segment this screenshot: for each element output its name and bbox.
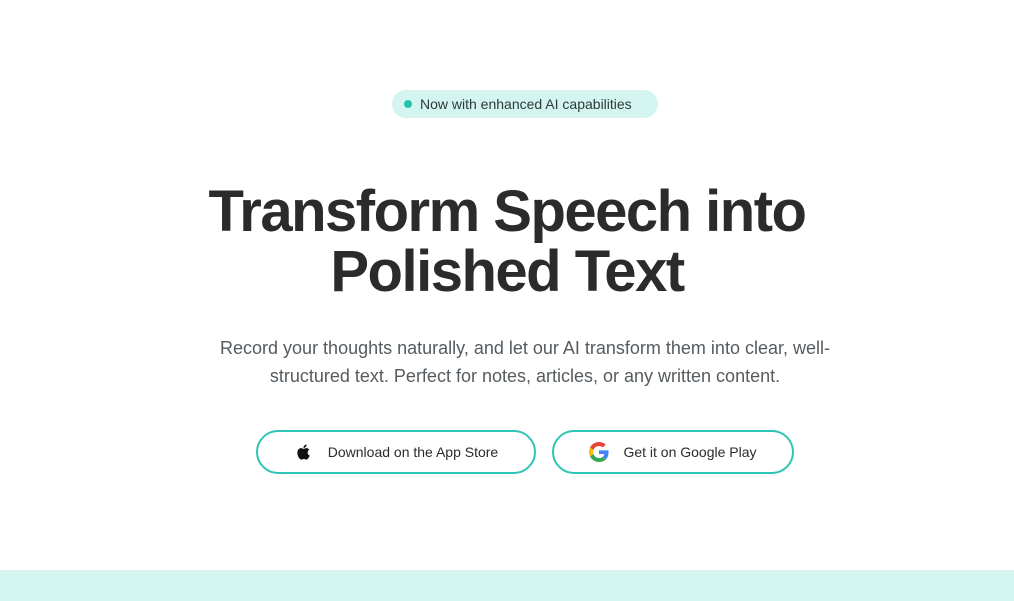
hero-title-line-1: Transform Speech into xyxy=(208,179,807,244)
bottom-section-band xyxy=(0,570,1014,601)
hero-subtitle: Record your thoughts naturally, and let … xyxy=(220,338,830,386)
hero-title-line-2: Polished Text xyxy=(330,239,685,304)
app-store-button-label: Download on the App Store xyxy=(327,444,499,460)
google-play-button[interactable]: Get it on Google Play xyxy=(552,430,794,474)
landing-page: Now with enhanced AI capabilities Transf… xyxy=(0,0,1014,601)
app-store-button[interactable]: Download on the App Store xyxy=(256,430,536,474)
apple-icon xyxy=(294,442,314,462)
announcement-badge-text: Now with enhanced AI capabilities xyxy=(420,96,632,112)
hero-title: Transform Speech into Polished Text xyxy=(157,182,857,302)
status-dot-icon xyxy=(404,100,412,108)
google-play-button-label: Get it on Google Play xyxy=(623,444,757,460)
google-icon xyxy=(589,442,610,462)
announcement-badge: Now with enhanced AI capabilities xyxy=(392,90,658,118)
